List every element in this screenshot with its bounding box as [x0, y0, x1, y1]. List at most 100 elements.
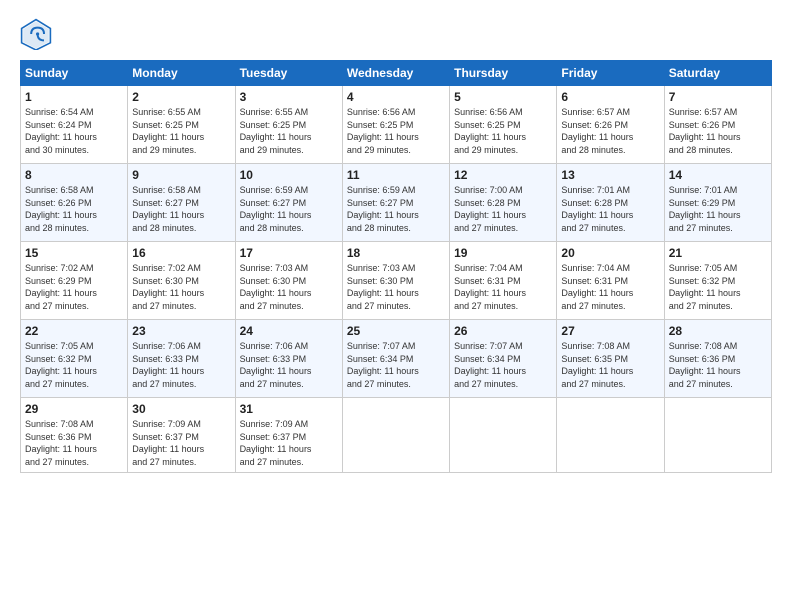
day-info: Sunrise: 7:05 AM Sunset: 6:32 PM Dayligh…: [25, 340, 123, 390]
day-info: Sunrise: 7:01 AM Sunset: 6:29 PM Dayligh…: [669, 184, 767, 234]
day-number: 3: [240, 90, 338, 104]
day-number: 12: [454, 168, 552, 182]
day-cell: 2 Sunrise: 6:55 AM Sunset: 6:25 PM Daylig…: [128, 86, 235, 164]
day-cell: 12 Sunrise: 7:00 AM Sunset: 6:28 PM Dayli…: [450, 164, 557, 242]
day-info: Sunrise: 6:55 AM Sunset: 6:25 PM Dayligh…: [240, 106, 338, 156]
day-cell: 15 Sunrise: 7:02 AM Sunset: 6:29 PM Dayli…: [21, 242, 128, 320]
day-info: Sunrise: 7:00 AM Sunset: 6:28 PM Dayligh…: [454, 184, 552, 234]
day-header-wednesday: Wednesday: [342, 61, 449, 86]
day-header-monday: Monday: [128, 61, 235, 86]
day-cell: 28 Sunrise: 7:08 AM Sunset: 6:36 PM Dayli…: [664, 320, 771, 398]
day-number: 15: [25, 246, 123, 260]
page: SundayMondayTuesdayWednesdayThursdayFrid…: [0, 0, 792, 483]
day-cell: 8 Sunrise: 6:58 AM Sunset: 6:26 PM Daylig…: [21, 164, 128, 242]
day-info: Sunrise: 7:05 AM Sunset: 6:32 PM Dayligh…: [669, 262, 767, 312]
day-info: Sunrise: 6:57 AM Sunset: 6:26 PM Dayligh…: [561, 106, 659, 156]
day-number: 10: [240, 168, 338, 182]
day-info: Sunrise: 7:09 AM Sunset: 6:37 PM Dayligh…: [132, 418, 230, 468]
day-info: Sunrise: 7:04 AM Sunset: 6:31 PM Dayligh…: [454, 262, 552, 312]
week-row-3: 15 Sunrise: 7:02 AM Sunset: 6:29 PM Dayli…: [21, 242, 772, 320]
day-cell: 1Sunrise: 6:54 AM Sunset: 6:24 PM Daylig…: [21, 86, 128, 164]
day-number: 4: [347, 90, 445, 104]
day-info: Sunrise: 7:08 AM Sunset: 6:36 PM Dayligh…: [669, 340, 767, 390]
day-cell: [342, 398, 449, 473]
day-header-row: SundayMondayTuesdayWednesdayThursdayFrid…: [21, 61, 772, 86]
day-number: 2: [132, 90, 230, 104]
day-info: Sunrise: 7:03 AM Sunset: 6:30 PM Dayligh…: [347, 262, 445, 312]
day-info: Sunrise: 6:59 AM Sunset: 6:27 PM Dayligh…: [240, 184, 338, 234]
day-number: 13: [561, 168, 659, 182]
day-cell: 16 Sunrise: 7:02 AM Sunset: 6:30 PM Dayli…: [128, 242, 235, 320]
day-cell: 9 Sunrise: 6:58 AM Sunset: 6:27 PM Daylig…: [128, 164, 235, 242]
day-number: 27: [561, 324, 659, 338]
header: [20, 18, 772, 50]
day-number: 17: [240, 246, 338, 260]
day-info: Sunrise: 7:08 AM Sunset: 6:36 PM Dayligh…: [25, 418, 123, 468]
day-info: Sunrise: 6:58 AM Sunset: 6:27 PM Dayligh…: [132, 184, 230, 234]
day-number: 30: [132, 402, 230, 416]
day-cell: 17 Sunrise: 7:03 AM Sunset: 6:30 PM Dayli…: [235, 242, 342, 320]
day-info: Sunrise: 7:08 AM Sunset: 6:35 PM Dayligh…: [561, 340, 659, 390]
day-number: 25: [347, 324, 445, 338]
day-header-thursday: Thursday: [450, 61, 557, 86]
day-number: 11: [347, 168, 445, 182]
day-cell: 31Sunrise: 7:09 AM Sunset: 6:37 PM Dayli…: [235, 398, 342, 473]
day-number: 18: [347, 246, 445, 260]
day-number: 28: [669, 324, 767, 338]
day-number: 21: [669, 246, 767, 260]
day-number: 29: [25, 402, 123, 416]
day-header-saturday: Saturday: [664, 61, 771, 86]
day-cell: 5 Sunrise: 6:56 AM Sunset: 6:25 PM Daylig…: [450, 86, 557, 164]
day-info: Sunrise: 6:59 AM Sunset: 6:27 PM Dayligh…: [347, 184, 445, 234]
day-info: Sunrise: 7:06 AM Sunset: 6:33 PM Dayligh…: [132, 340, 230, 390]
day-cell: [557, 398, 664, 473]
day-number: 22: [25, 324, 123, 338]
day-info: Sunrise: 7:04 AM Sunset: 6:31 PM Dayligh…: [561, 262, 659, 312]
day-info: Sunrise: 7:06 AM Sunset: 6:33 PM Dayligh…: [240, 340, 338, 390]
day-number: 16: [132, 246, 230, 260]
day-number: 8: [25, 168, 123, 182]
day-number: 6: [561, 90, 659, 104]
day-cell: 22 Sunrise: 7:05 AM Sunset: 6:32 PM Dayli…: [21, 320, 128, 398]
day-info: Sunrise: 7:02 AM Sunset: 6:30 PM Dayligh…: [132, 262, 230, 312]
day-number: 9: [132, 168, 230, 182]
day-info: Sunrise: 6:56 AM Sunset: 6:25 PM Dayligh…: [454, 106, 552, 156]
day-info: Sunrise: 7:09 AM Sunset: 6:37 PM Dayligh…: [240, 418, 338, 468]
day-number: 19: [454, 246, 552, 260]
day-info: Sunrise: 6:55 AM Sunset: 6:25 PM Dayligh…: [132, 106, 230, 156]
week-row-1: 1Sunrise: 6:54 AM Sunset: 6:24 PM Daylig…: [21, 86, 772, 164]
day-number: 7: [669, 90, 767, 104]
day-cell: 30 Sunrise: 7:09 AM Sunset: 6:37 PM Dayli…: [128, 398, 235, 473]
day-number: 14: [669, 168, 767, 182]
day-info: Sunrise: 6:56 AM Sunset: 6:25 PM Dayligh…: [347, 106, 445, 156]
day-cell: 11 Sunrise: 6:59 AM Sunset: 6:27 PM Dayli…: [342, 164, 449, 242]
day-cell: 10 Sunrise: 6:59 AM Sunset: 6:27 PM Dayli…: [235, 164, 342, 242]
day-number: 26: [454, 324, 552, 338]
day-cell: 23 Sunrise: 7:06 AM Sunset: 6:33 PM Dayli…: [128, 320, 235, 398]
logo: [20, 18, 56, 50]
day-cell: 13 Sunrise: 7:01 AM Sunset: 6:28 PM Dayli…: [557, 164, 664, 242]
day-header-tuesday: Tuesday: [235, 61, 342, 86]
day-info: Sunrise: 6:57 AM Sunset: 6:26 PM Dayligh…: [669, 106, 767, 156]
day-info: Sunrise: 7:02 AM Sunset: 6:29 PM Dayligh…: [25, 262, 123, 312]
day-cell: 21 Sunrise: 7:05 AM Sunset: 6:32 PM Dayli…: [664, 242, 771, 320]
day-info: Sunrise: 7:07 AM Sunset: 6:34 PM Dayligh…: [347, 340, 445, 390]
day-cell: [450, 398, 557, 473]
day-number: 5: [454, 90, 552, 104]
day-header-friday: Friday: [557, 61, 664, 86]
day-cell: 4 Sunrise: 6:56 AM Sunset: 6:25 PM Daylig…: [342, 86, 449, 164]
day-cell: 14 Sunrise: 7:01 AM Sunset: 6:29 PM Dayli…: [664, 164, 771, 242]
calendar-table: SundayMondayTuesdayWednesdayThursdayFrid…: [20, 60, 772, 473]
day-info: Sunrise: 7:01 AM Sunset: 6:28 PM Dayligh…: [561, 184, 659, 234]
day-info: Sunrise: 7:07 AM Sunset: 6:34 PM Dayligh…: [454, 340, 552, 390]
logo-icon: [20, 18, 52, 50]
day-cell: 29 Sunrise: 7:08 AM Sunset: 6:36 PM Dayli…: [21, 398, 128, 473]
day-cell: 6 Sunrise: 6:57 AM Sunset: 6:26 PM Daylig…: [557, 86, 664, 164]
day-number: 23: [132, 324, 230, 338]
day-info: Sunrise: 7:03 AM Sunset: 6:30 PM Dayligh…: [240, 262, 338, 312]
day-cell: 18 Sunrise: 7:03 AM Sunset: 6:30 PM Dayli…: [342, 242, 449, 320]
day-info: Sunrise: 6:58 AM Sunset: 6:26 PM Dayligh…: [25, 184, 123, 234]
day-number: 24: [240, 324, 338, 338]
day-cell: 3 Sunrise: 6:55 AM Sunset: 6:25 PM Daylig…: [235, 86, 342, 164]
day-cell: 7 Sunrise: 6:57 AM Sunset: 6:26 PM Daylig…: [664, 86, 771, 164]
